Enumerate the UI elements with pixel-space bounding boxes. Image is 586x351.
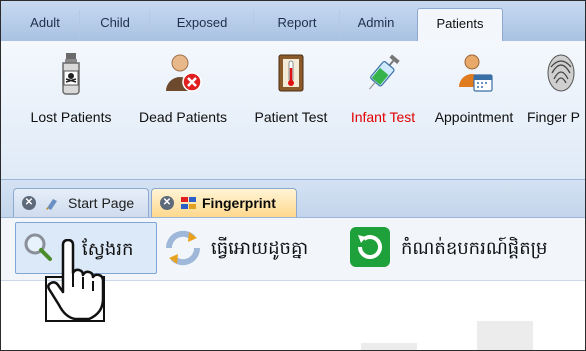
content-placeholder bbox=[361, 343, 417, 350]
syringe-icon bbox=[369, 54, 400, 90]
lost-patients-label: Lost Patients bbox=[30, 109, 112, 125]
close-icon[interactable]: ✕ bbox=[160, 196, 174, 210]
patient-test-button[interactable]: Patient Test bbox=[245, 51, 337, 131]
fingerprint-button[interactable]: Finger P bbox=[527, 51, 585, 131]
tab-fingerprint[interactable]: ✕ Fingerprint bbox=[151, 188, 297, 217]
tab-start-page[interactable]: ✕ Start Page bbox=[13, 188, 149, 217]
hand-pointer-icon bbox=[45, 239, 105, 322]
user-calendar-icon bbox=[459, 54, 493, 92]
user-remove-icon bbox=[166, 54, 202, 92]
tab-adult[interactable]: Adult bbox=[11, 10, 80, 36]
appointment-button[interactable]: Appointment bbox=[427, 51, 521, 131]
lost-patients-button[interactable]: Lost Patients bbox=[21, 51, 121, 131]
document-tab-strip: ✕ Start Page ✕ Fingerprint bbox=[1, 180, 585, 218]
ribbon-tab-strip: Adult Child Exposed Report Admin Patient… bbox=[1, 1, 585, 43]
infant-test-button[interactable]: Infant Test bbox=[343, 51, 423, 131]
start-page-icon bbox=[46, 199, 57, 210]
redo-button-label: ធ្វើអោយដូចគ្នា bbox=[211, 238, 309, 259]
redo-button[interactable]: ធ្វើអោយដូចគ្នា bbox=[161, 222, 341, 272]
fingerprint-tab-label: Fingerprint bbox=[202, 195, 276, 211]
tab-patients[interactable]: Patients bbox=[417, 8, 503, 43]
sync-icon bbox=[165, 230, 201, 266]
tab-exposed[interactable]: Exposed bbox=[151, 10, 254, 36]
poison-bottle-icon bbox=[62, 53, 80, 95]
thermometer-icon bbox=[278, 54, 304, 92]
patient-test-label: Patient Test bbox=[254, 109, 328, 125]
infant-test-label: Infant Test bbox=[350, 109, 416, 125]
ribbon-panel: Lost Patients Dead Patients Patient Test bbox=[1, 41, 585, 180]
tab-report[interactable]: Report bbox=[255, 10, 340, 36]
tab-child[interactable]: Child bbox=[81, 10, 150, 36]
fingerprint-tab-icon bbox=[181, 197, 196, 209]
refresh-button-label: កំណត់ឧបករណ៍ផ្តិតម្រ bbox=[401, 238, 548, 259]
close-icon[interactable]: ✕ bbox=[22, 196, 36, 210]
fingerprint-icon bbox=[547, 54, 575, 92]
dead-patients-label: Dead Patients bbox=[139, 109, 227, 125]
app-window: Adult Child Exposed Report Admin Patient… bbox=[0, 0, 586, 351]
refresh-icon bbox=[350, 227, 390, 267]
appointment-label: Appointment bbox=[434, 109, 514, 125]
fingerprint-label: Finger P bbox=[527, 109, 580, 125]
content-placeholder bbox=[477, 321, 533, 350]
refresh-button[interactable]: កំណត់ឧបករណ៍ផ្តិតម្រ bbox=[347, 222, 585, 272]
dead-patients-button[interactable]: Dead Patients bbox=[131, 51, 235, 131]
tab-admin[interactable]: Admin bbox=[341, 10, 411, 36]
start-page-label: Start Page bbox=[68, 195, 135, 211]
